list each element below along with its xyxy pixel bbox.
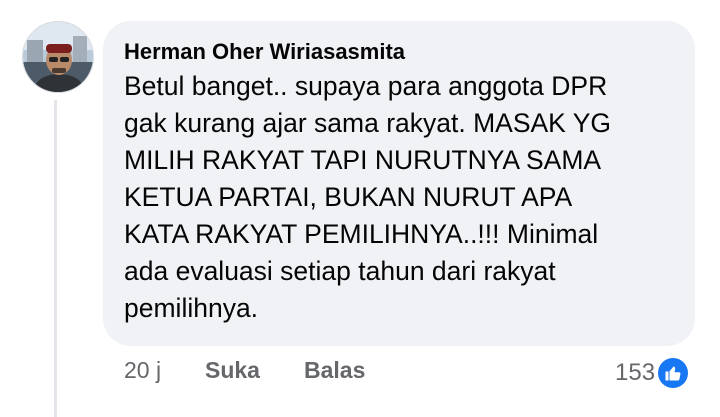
like-button[interactable]: Suka xyxy=(205,357,260,384)
reply-button[interactable]: Balas xyxy=(304,357,365,384)
comment-timestamp[interactable]: 20 j xyxy=(124,357,161,384)
comment-text: Betul banget.. supaya para anggota DPR g… xyxy=(124,71,612,323)
thumbs-up-icon xyxy=(658,358,689,388)
reaction-summary[interactable]: 153 xyxy=(615,355,689,391)
reaction-count: 153 xyxy=(615,359,656,386)
thread-line xyxy=(54,100,57,417)
avatar[interactable] xyxy=(22,21,94,93)
comment-author[interactable]: Herman Oher Wiriasasmita xyxy=(124,39,405,65)
comment-bubble: Herman Oher Wiriasasmita Betul banget.. … xyxy=(103,21,695,346)
avatar-photo xyxy=(23,22,93,92)
